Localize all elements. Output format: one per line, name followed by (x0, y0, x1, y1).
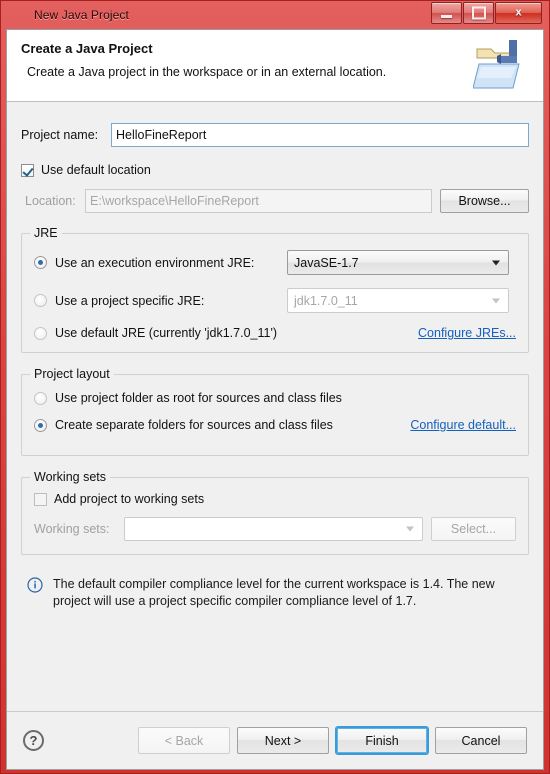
next-button[interactable]: Next > (237, 727, 329, 754)
location-row: Location: Browse... (21, 189, 529, 213)
wizard-body: Project name: Use default location Locat… (7, 102, 543, 711)
project-specific-jre-value: jdk1.7.0_11 (294, 293, 358, 308)
jre-project-specific-label: Use a project specific JRE: (55, 293, 205, 308)
select-working-sets-button[interactable]: Select... (431, 517, 516, 541)
project-layout-group: Project layout Use project folder as roo… (21, 367, 529, 456)
configure-jres-link[interactable]: Configure JREs... (418, 326, 516, 340)
execution-environment-value: JavaSE-1.7 (294, 255, 359, 270)
dialog-client-area: Create a Java Project Create a Java proj… (6, 29, 544, 770)
info-message: The default compiler compliance level fo… (21, 576, 529, 610)
back-button[interactable]: < Back (138, 727, 230, 754)
project-name-row: Project name: (21, 123, 529, 147)
finish-button[interactable]: Finish (336, 727, 428, 754)
minimize-button[interactable] (431, 2, 462, 24)
use-default-location-label: Use default location (41, 163, 151, 177)
jre-project-specific-radio[interactable] (34, 294, 47, 307)
page-title: Create a Java Project (21, 41, 153, 56)
location-input[interactable] (85, 189, 432, 213)
working-sets-group: Working sets Add project to working sets… (21, 470, 529, 555)
execution-environment-combo[interactable]: JavaSE-1.7 (287, 250, 509, 275)
working-sets-label: Working sets: (34, 522, 110, 536)
location-label: Location: (25, 194, 76, 208)
project-name-input[interactable] (111, 123, 529, 147)
chevron-down-icon (492, 260, 500, 265)
page-subtitle: Create a Java project in the workspace o… (27, 65, 387, 79)
title-bar[interactable]: New Java Project x (6, 1, 544, 29)
dialog-footer: ? < Back Next > Finish Cancel (7, 711, 543, 769)
browse-button[interactable]: Browse... (440, 189, 529, 213)
maximize-icon (471, 6, 486, 20)
configure-default-link[interactable]: Configure default... (410, 418, 516, 432)
project-name-label: Project name: (21, 128, 99, 142)
java-globe-icon (12, 7, 28, 23)
window-controls: x (430, 2, 542, 24)
jre-default-radio[interactable] (34, 326, 47, 340)
jre-group-title: JRE (30, 226, 62, 240)
add-project-to-working-sets-checkbox[interactable] (34, 492, 47, 506)
chevron-down-icon (492, 298, 500, 303)
jre-execution-environment-label: Use an execution environment JRE: (55, 255, 255, 270)
window-title: New Java Project (34, 8, 129, 22)
jre-option-default[interactable]: Use default JRE (currently 'jdk1.7.0_11'… (34, 326, 516, 340)
working-sets-row: Working sets: Select... (34, 517, 516, 541)
layout-separate-folders-label: Create separate folders for sources and … (55, 418, 333, 432)
add-project-to-working-sets-label: Add project to working sets (54, 492, 205, 506)
cancel-button[interactable]: Cancel (435, 727, 527, 754)
jre-execution-environment-radio[interactable] (34, 256, 47, 269)
project-specific-jre-combo[interactable]: jdk1.7.0_11 (287, 288, 509, 313)
jre-option-execution-environment[interactable]: Use an execution environment JRE: JavaSE… (34, 250, 516, 275)
layout-option-project-folder[interactable]: Use project folder as root for sources a… (34, 391, 516, 405)
help-icon[interactable]: ? (23, 730, 44, 751)
layout-project-folder-radio[interactable] (34, 391, 47, 405)
wizard-header: Create a Java Project Create a Java proj… (7, 30, 543, 102)
dialog-window: New Java Project x Create a Java Project… (0, 0, 550, 774)
chevron-down-icon (406, 526, 414, 532)
use-default-location-checkbox[interactable] (21, 163, 34, 177)
footer-button-bar: < Back Next > Finish Cancel (138, 727, 527, 754)
add-to-working-sets-row[interactable]: Add project to working sets (34, 492, 516, 506)
info-circle-icon (27, 577, 43, 593)
close-button[interactable]: x (495, 2, 542, 24)
layout-separate-folders-radio[interactable] (34, 418, 47, 432)
project-layout-group-title: Project layout (30, 367, 114, 381)
info-message-text: The default compiler compliance level fo… (53, 577, 495, 608)
jre-option-project-specific[interactable]: Use a project specific JRE: jdk1.7.0_11 (34, 288, 516, 313)
use-default-location-row[interactable]: Use default location (21, 163, 529, 177)
maximize-button[interactable] (463, 2, 494, 24)
layout-project-folder-label: Use project folder as root for sources a… (55, 391, 342, 405)
jre-default-label: Use default JRE (currently 'jdk1.7.0_11'… (55, 326, 278, 340)
working-sets-combo[interactable] (124, 517, 423, 541)
minimize-icon (441, 15, 452, 18)
java-project-folder-icon (472, 36, 535, 98)
close-icon: x (515, 6, 522, 19)
layout-option-separate-folders[interactable]: Create separate folders for sources and … (34, 418, 516, 432)
jre-group: JRE Use an execution environment JRE: Ja… (21, 226, 529, 353)
working-sets-group-title: Working sets (30, 470, 111, 484)
